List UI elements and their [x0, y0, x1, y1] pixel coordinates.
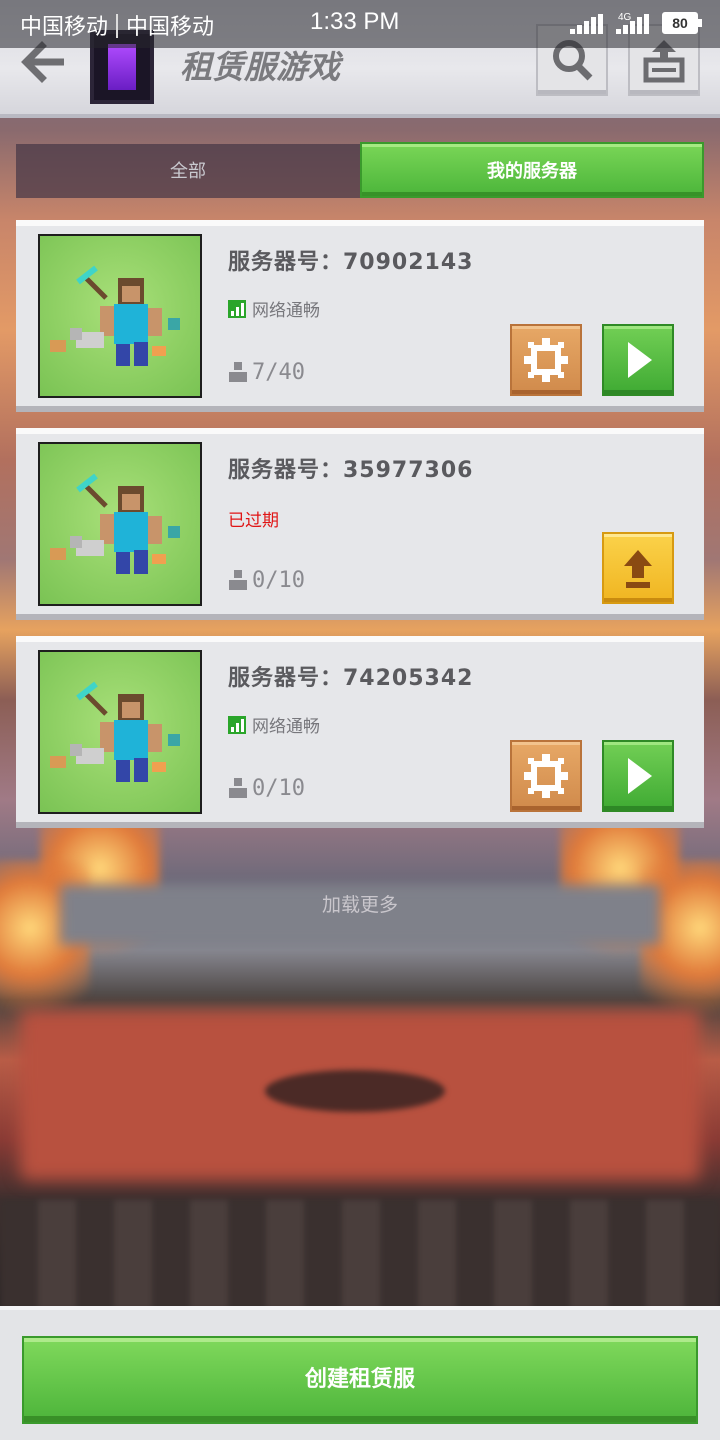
server-card[interactable]: 服务器号：35977306 已过期 0/10 [16, 428, 704, 620]
create-server-button[interactable]: 创建租赁服 [22, 1336, 698, 1424]
server-status-text: 网络通畅 [252, 301, 320, 321]
carrier-divider [116, 14, 119, 38]
server-settings-button[interactable] [510, 740, 582, 812]
carrier-label: 中国移动 中国移动 [20, 9, 214, 41]
battery-icon: 80 [662, 12, 702, 34]
server-play-button[interactable] [602, 740, 674, 812]
server-renew-button[interactable] [602, 532, 674, 604]
server-settings-button[interactable] [510, 324, 582, 396]
server-status: 网络通畅 [228, 296, 320, 321]
player-count-text: 0/10 [252, 776, 305, 801]
player-icon [228, 778, 248, 798]
server-status: 网络通畅 [228, 712, 320, 737]
play-icon [628, 758, 652, 794]
server-id: 服务器号：70902143 [228, 250, 474, 275]
network-signal-icon [228, 716, 246, 734]
play-icon [628, 342, 652, 378]
minecraft-character-icon [50, 265, 180, 366]
player-count: 0/10 [228, 568, 305, 593]
signal-icon [570, 14, 604, 34]
carrier-1: 中国移动 [20, 15, 109, 40]
minecraft-character-icon [50, 473, 180, 574]
clock: 1:33 PM [310, 8, 400, 35]
server-thumbnail [38, 650, 202, 814]
status-bar: 中国移动 中国移动 1:33 PM 4G 80 [0, 0, 720, 48]
player-count: 7/40 [228, 360, 305, 385]
network-signal-icon [228, 300, 246, 318]
server-play-button[interactable] [602, 324, 674, 396]
minecraft-character-icon [50, 681, 180, 782]
player-icon [228, 570, 248, 590]
signal-icon-2 [616, 14, 650, 34]
server-id: 服务器号：74205342 [228, 666, 474, 691]
tab-all[interactable]: 全部 [16, 144, 360, 198]
player-count: 0/10 [228, 776, 305, 801]
server-status-text: 网络通畅 [252, 717, 320, 737]
server-card[interactable]: 服务器号：70902143 网络通畅 7/40 [16, 220, 704, 412]
tab-my-servers[interactable]: 我的服务器 [360, 142, 704, 198]
player-count-text: 0/10 [252, 568, 305, 593]
player-icon [228, 362, 248, 382]
footer-bar: 创建租赁服 [0, 1306, 720, 1440]
arrow-up-icon [624, 550, 652, 588]
server-thumbnail [38, 234, 202, 398]
tab-bar: 全部 我的服务器 [16, 142, 704, 200]
gear-icon [524, 338, 568, 382]
server-thumbnail [38, 442, 202, 606]
carrier-2: 中国移动 [126, 15, 215, 40]
server-id: 服务器号：35977306 [228, 458, 474, 483]
load-more-link[interactable]: 加载更多 [0, 890, 720, 917]
server-card[interactable]: 服务器号：74205342 网络通畅 0/10 [16, 636, 704, 828]
server-status-expired: 已过期 [228, 511, 279, 531]
gear-icon [524, 754, 568, 798]
player-count-text: 7/40 [252, 360, 305, 385]
page-title: 租赁服游戏 [180, 48, 341, 86]
